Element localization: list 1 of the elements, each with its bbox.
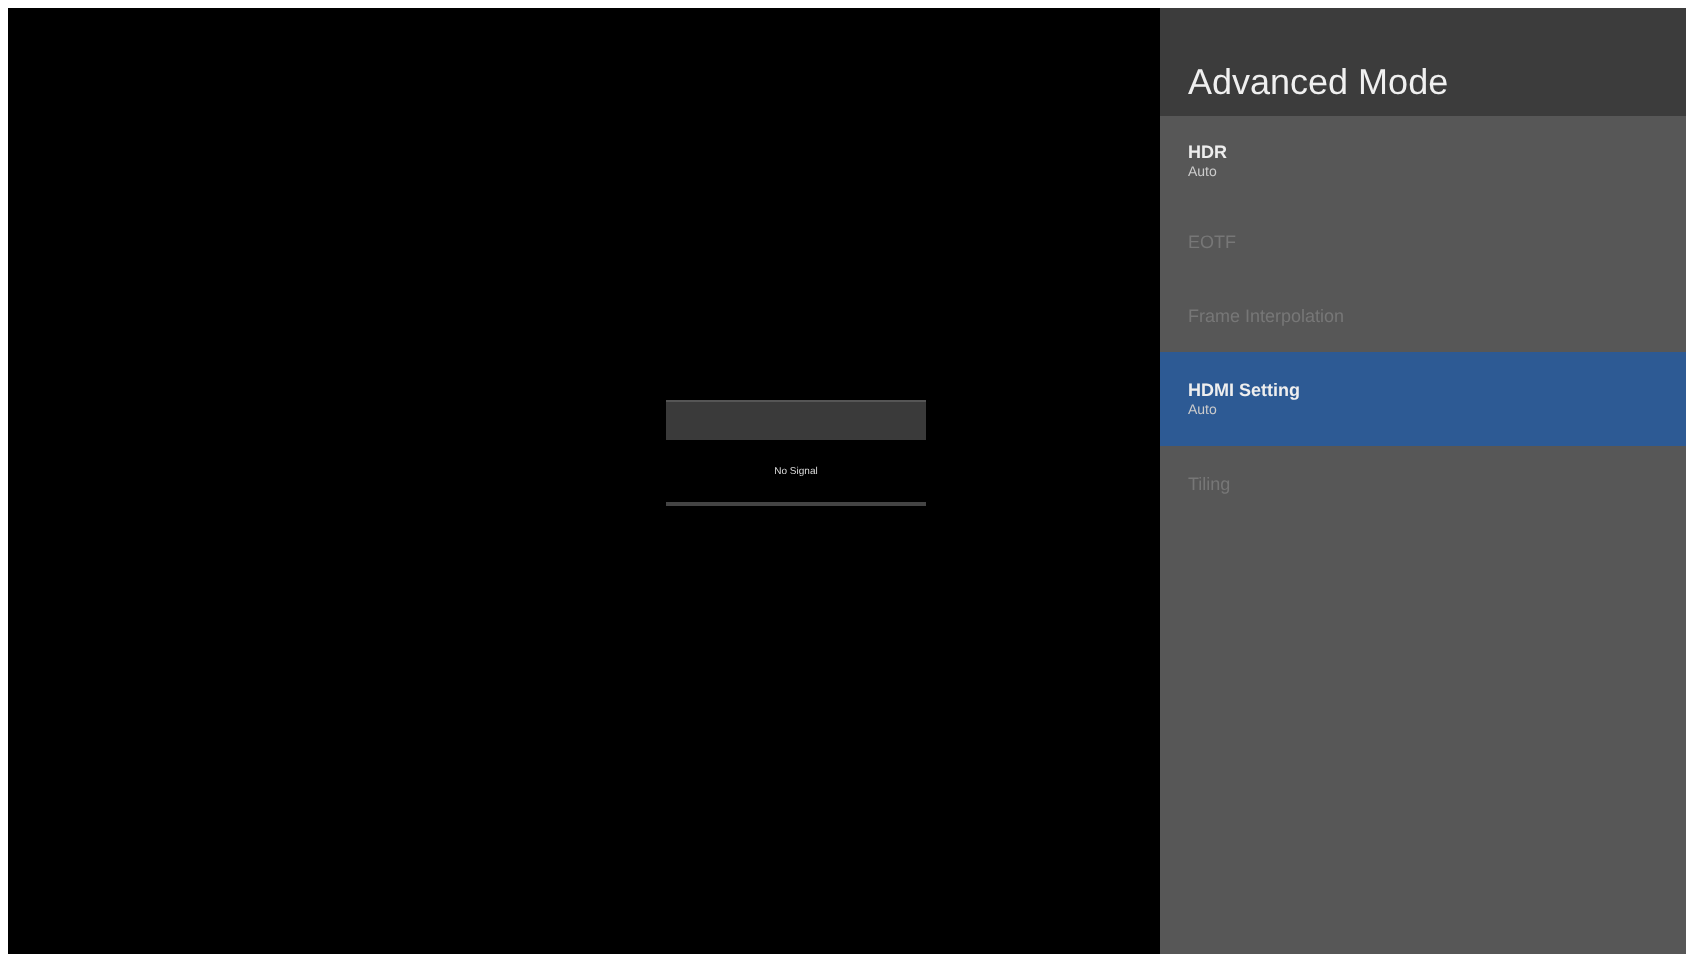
panel-title: Advanced Mode <box>1188 62 1449 104</box>
